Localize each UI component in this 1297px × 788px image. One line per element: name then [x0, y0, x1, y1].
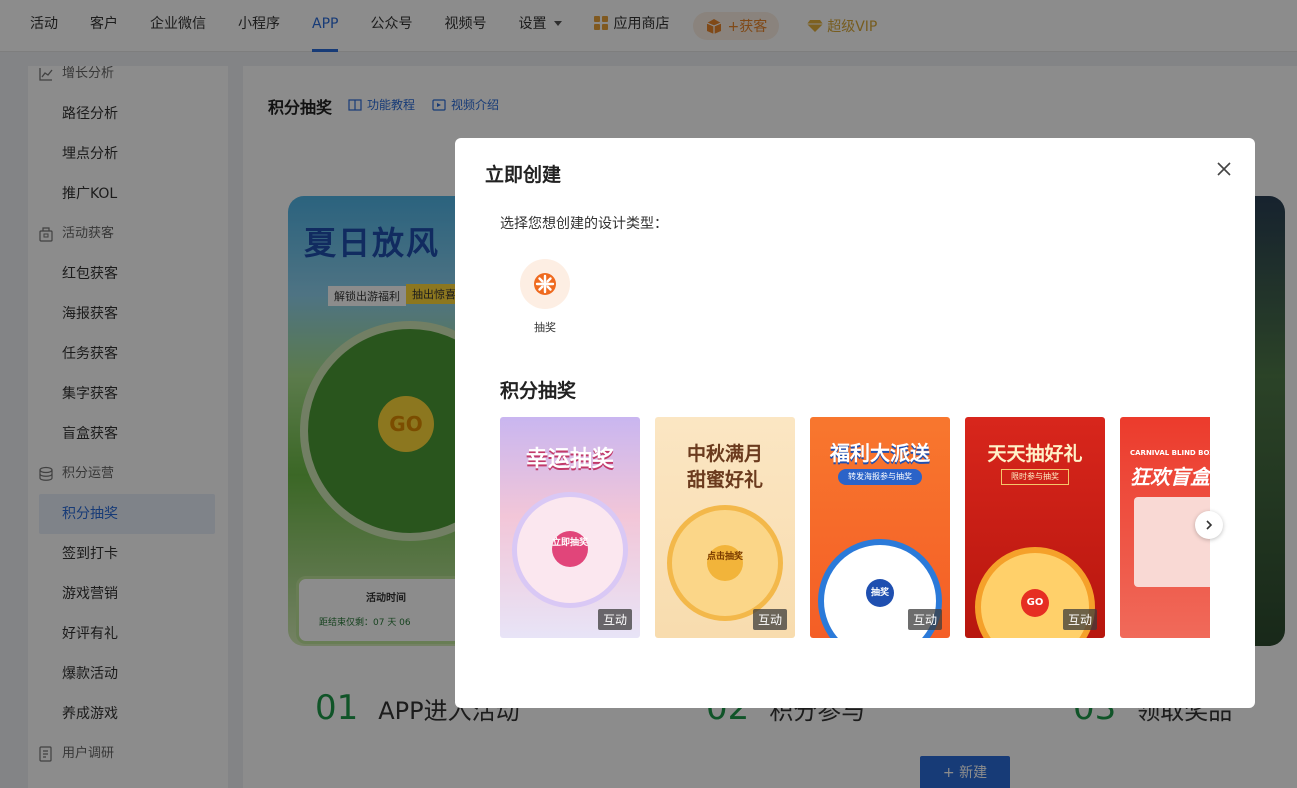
template-card[interactable]: 幸运抽奖 立即抽奖 互动 — [500, 417, 640, 638]
interactive-badge: 互动 — [1062, 609, 1097, 630]
template-list: 幸运抽奖 立即抽奖 互动 中秋满月 甜蜜好礼 点击抽奖 互动 福利大派送 转发海… — [500, 417, 1210, 638]
type-prompt: 选择您想创建的设计类型： — [500, 216, 668, 232]
template-card[interactable]: 天天抽好礼 限时参与抽奖 GO 互动 — [965, 417, 1105, 638]
close-icon[interactable] — [1215, 160, 1233, 178]
template-title: 幸运抽奖 — [525, 447, 614, 472]
type-option-lottery[interactable]: 抽奖 — [520, 259, 570, 335]
template-title: 狂欢盲盒 — [1130, 465, 1210, 489]
template-title: 天天抽好礼 — [987, 443, 1083, 465]
template-title: 中秋满月 甜蜜好礼 — [686, 443, 763, 491]
template-hub: 点击抽奖 — [707, 545, 743, 581]
template-subtitle: CARNIVAL BLIND BOX — [1130, 449, 1210, 457]
template-card[interactable]: 福利大派送 转发海报参与抽奖 抽奖 互动 — [810, 417, 950, 638]
template-box-grid — [1134, 497, 1210, 587]
create-modal: 立即创建 选择您想创建的设计类型： 抽奖 积分抽奖 幸运抽奖 立即抽奖 互动 中… — [455, 138, 1255, 708]
template-hub: GO — [1021, 589, 1049, 617]
template-subtitle: 限时参与抽奖 — [1001, 469, 1069, 485]
template-title: 福利大派送 — [830, 441, 930, 465]
section-title: 积分抽奖 — [500, 380, 577, 402]
template-next-button[interactable] — [1195, 511, 1223, 539]
template-card[interactable]: 中秋满月 甜蜜好礼 点击抽奖 互动 — [655, 417, 795, 638]
lottery-type-circle — [520, 259, 570, 309]
interactive-badge: 互动 — [907, 609, 942, 630]
interactive-badge: 互动 — [597, 609, 632, 630]
modal-title: 立即创建 — [485, 164, 562, 186]
chevron-right-icon — [1206, 520, 1213, 530]
lottery-wheel-icon — [534, 273, 556, 295]
interactive-badge: 互动 — [752, 609, 787, 630]
template-hub: 抽奖 — [866, 579, 894, 607]
template-hub: 立即抽奖 — [552, 531, 588, 567]
template-subtitle: 转发海报参与抽奖 — [838, 469, 922, 485]
type-label: 抽奖 — [534, 321, 556, 334]
